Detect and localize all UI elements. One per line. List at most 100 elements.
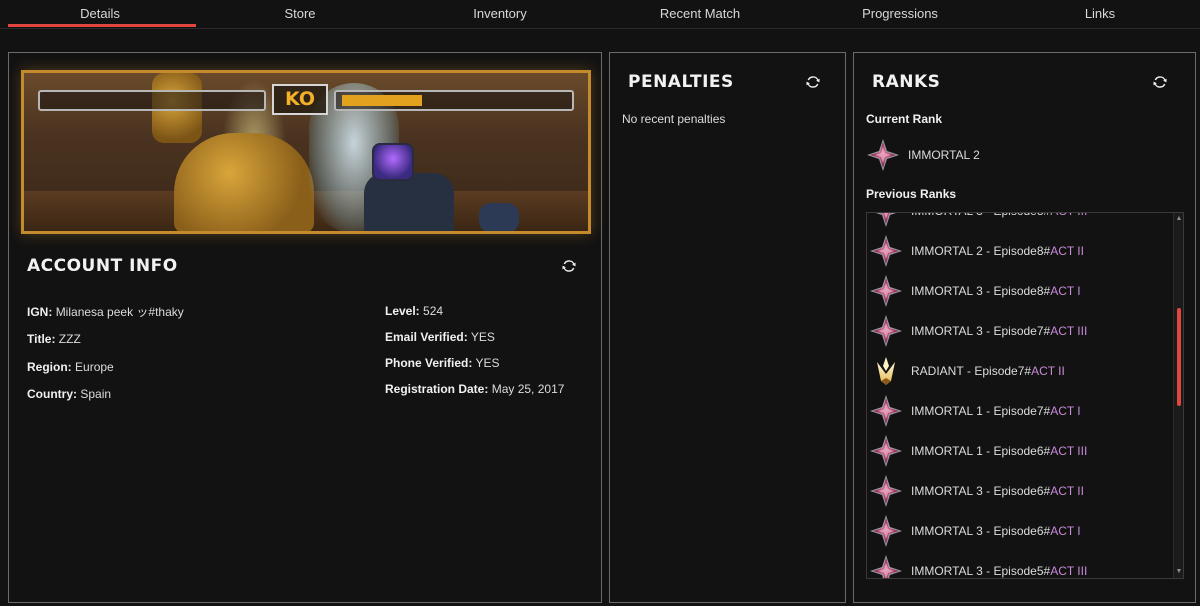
- ranks-panel: RANKS Current Rank IMMORTAL 2 Previous R…: [853, 52, 1196, 603]
- previous-ranks-label: Previous Ranks: [866, 187, 957, 201]
- penalties-heading: PENALTIES: [628, 72, 734, 92]
- rank-separator: -: [982, 284, 994, 298]
- account-info-row: Title: ZZZ: [27, 331, 184, 358]
- list-item: IMMORTAL 3 - Episode5# ACT III: [867, 551, 1173, 578]
- scroll-up-icon[interactable]: ▲: [1175, 215, 1183, 223]
- account-info-heading: ACCOUNT INFO: [27, 256, 178, 276]
- banner-small-bot: [479, 203, 519, 231]
- rank-act: ACT I: [1050, 404, 1081, 418]
- info-key: Title:: [27, 332, 56, 347]
- rank-act: ACT III: [1050, 564, 1088, 578]
- rank-episode: Episode8#: [993, 284, 1051, 298]
- rank-act: ACT III: [1050, 213, 1087, 218]
- current-rank-label: Current Rank: [866, 112, 943, 126]
- list-item: IMMORTAL 3 - Episode8# ACT I: [867, 271, 1173, 311]
- rank-episode: Episode6#: [993, 484, 1051, 498]
- tab-recent-match[interactable]: Recent Match: [600, 0, 800, 28]
- info-key: Registration Date:: [385, 382, 489, 396]
- scroll-down-icon[interactable]: ▼: [1175, 568, 1183, 576]
- list-item: IMMORTAL 1 - Episode7# ACT I: [867, 391, 1173, 431]
- rank-separator: -: [982, 244, 994, 258]
- refresh-icon[interactable]: [1152, 74, 1168, 90]
- rank-name: IMMORTAL 3: [911, 324, 983, 338]
- rank-name: IMMORTAL 3: [911, 213, 983, 218]
- info-value: Milanesa peek ッ#thaky: [55, 305, 184, 319]
- tab-progressions[interactable]: Progressions: [800, 0, 1000, 28]
- rank-act: ACT I: [1050, 284, 1081, 298]
- player-card-banner: KO: [21, 70, 591, 234]
- info-key: Email Verified:: [385, 330, 468, 344]
- info-key: Region:: [27, 359, 72, 374]
- scroll-thumb[interactable]: [1177, 308, 1181, 406]
- rank-name: IMMORTAL 3: [911, 484, 983, 498]
- rank-name: IMMORTAL 3: [911, 564, 983, 578]
- refresh-icon[interactable]: [805, 74, 821, 90]
- info-key: Country:: [27, 386, 77, 401]
- info-value: Europe: [75, 359, 114, 374]
- account-panel: KO ACCOUNT INFO IGN: Milanesa peek ッ#tha…: [8, 52, 602, 603]
- list-item: IMMORTAL 1 - Episode6# ACT III: [867, 431, 1173, 471]
- banner-bot: [364, 173, 454, 231]
- rank-separator: -: [982, 564, 994, 578]
- rank-separator: -: [983, 213, 994, 218]
- list-item: IMMORTAL 3 - Episode8#ACT III: [867, 213, 1173, 231]
- rank-separator: -: [982, 484, 994, 498]
- immortal-icon: [869, 394, 903, 428]
- info-value: YES: [470, 330, 495, 344]
- info-value: ZZZ: [58, 332, 81, 347]
- info-key: IGN:: [27, 305, 53, 319]
- scrollbar[interactable]: ▲ ▼: [1173, 213, 1183, 578]
- penalties-status-text: No recent penalties: [622, 112, 726, 126]
- previous-ranks-list[interactable]: IMMORTAL 3 - Episode8#ACT IIIIMMORTAL 2 …: [866, 212, 1184, 579]
- info-key: Level:: [385, 304, 420, 318]
- account-info-row: Phone Verified: YES: [385, 355, 564, 381]
- account-info-row: Region: Europe: [27, 359, 184, 386]
- immortal-icon: [869, 234, 903, 268]
- banner-robot-body: [174, 133, 314, 231]
- account-info-row: Country: Spain: [27, 386, 184, 413]
- rank-episode: Episode8#: [993, 213, 1050, 218]
- account-info-row: Email Verified: YES: [385, 329, 564, 355]
- refresh-icon[interactable]: [561, 258, 577, 274]
- account-info-row: Level: 524: [385, 303, 564, 329]
- immortal-icon: [869, 514, 903, 548]
- rank-name: IMMORTAL 3: [911, 524, 983, 538]
- immortal-icon: [869, 314, 903, 348]
- tab-store[interactable]: Store: [200, 0, 400, 28]
- radiant-icon: [869, 354, 903, 388]
- list-item: RADIANT - Episode7# ACT II: [867, 351, 1173, 391]
- current-rank: IMMORTAL 2: [866, 138, 980, 172]
- rank-act: ACT I: [1050, 524, 1081, 538]
- rank-act: ACT II: [1050, 244, 1084, 258]
- info-value: Spain: [80, 386, 112, 401]
- rank-name: IMMORTAL 1: [911, 444, 983, 458]
- rank-name: IMMORTAL 3: [911, 284, 983, 298]
- list-item: IMMORTAL 3 - Episode6# ACT II: [867, 471, 1173, 511]
- rank-episode: Episode6#: [993, 524, 1051, 538]
- rank-name: IMMORTAL 2: [911, 244, 983, 258]
- tab-details[interactable]: Details: [0, 0, 200, 28]
- immortal-icon: [869, 213, 903, 228]
- info-value: 524: [423, 304, 444, 318]
- tab-inventory[interactable]: Inventory: [400, 0, 600, 28]
- penalties-panel: PENALTIES No recent penalties: [609, 52, 846, 603]
- account-info-row: Registration Date: May 25, 2017: [385, 381, 564, 407]
- tab-links[interactable]: Links: [1000, 0, 1200, 28]
- immortal-icon: [869, 434, 903, 468]
- banner-ko-label: KO: [272, 84, 328, 115]
- account-info-row: IGN: Milanesa peek ッ#thaky: [27, 304, 184, 331]
- immortal-icon: [869, 554, 903, 578]
- banner-health-bar-left: [38, 90, 266, 111]
- info-value: May 25, 2017: [491, 382, 565, 396]
- immortal-icon: [869, 274, 903, 308]
- list-item: IMMORTAL 3 - Episode7# ACT III: [867, 311, 1173, 351]
- rank-episode: Episode7#: [993, 404, 1051, 418]
- list-item: IMMORTAL 3 - Episode6# ACT I: [867, 511, 1173, 551]
- banner-visor: [372, 143, 414, 181]
- rank-separator: -: [982, 324, 994, 338]
- rank-episode: Episode7#: [993, 324, 1051, 338]
- immortal-icon: [866, 138, 900, 172]
- rank-act: ACT III: [1050, 324, 1088, 338]
- info-key: Phone Verified:: [385, 356, 473, 370]
- tab-bar: Details Store Inventory Recent Match Progres…: [0, 0, 1200, 29]
